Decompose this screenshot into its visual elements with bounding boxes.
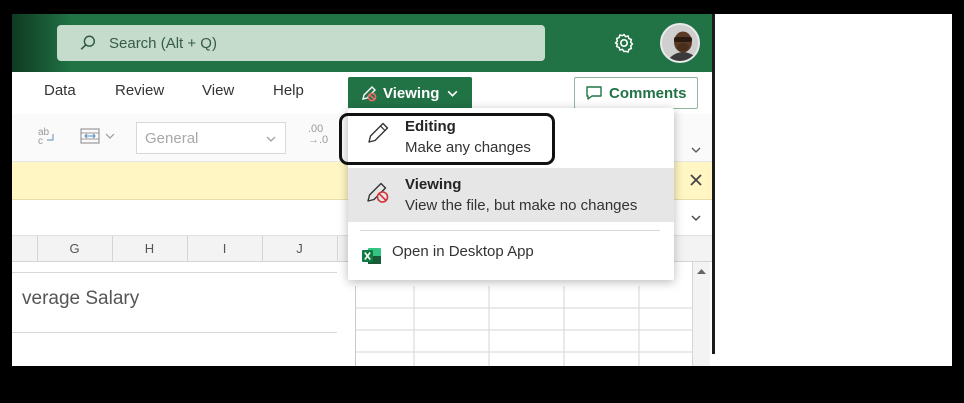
column-header-i[interactable]: I xyxy=(187,241,262,256)
excel-web-app: Search (Alt + Q) Data Review View Help V… xyxy=(12,14,712,366)
gear-icon[interactable] xyxy=(612,31,636,55)
scroll-up-icon[interactable] xyxy=(696,266,707,277)
row-line xyxy=(12,332,337,333)
chevron-down-icon xyxy=(447,90,458,97)
chevron-down-icon xyxy=(266,136,276,142)
vertical-scrollbar[interactable] xyxy=(692,262,710,366)
avatar[interactable] xyxy=(660,23,700,63)
column-header-h[interactable]: H xyxy=(112,241,187,256)
merge-cells-icon[interactable] xyxy=(80,126,118,149)
mode-button-label: Viewing xyxy=(383,84,440,102)
decrease-decimal-button[interactable]: .00 →.0 xyxy=(308,124,328,146)
search-icon xyxy=(80,35,96,50)
data-table-grid[interactable] xyxy=(355,286,693,366)
column-header-g[interactable]: G xyxy=(37,241,112,256)
mode-button[interactable]: Viewing xyxy=(348,77,472,109)
tab-view[interactable]: View xyxy=(202,82,234,99)
comment-icon xyxy=(586,86,602,100)
menu-separator xyxy=(360,230,660,231)
mode-dropdown-menu: Editing Make any changes Viewing View th… xyxy=(348,108,674,280)
wrap-text-icon[interactable]: ab c xyxy=(38,126,56,149)
editing-option-title: Editing xyxy=(405,118,456,135)
comments-button[interactable]: Comments xyxy=(574,77,698,109)
comments-button-label: Comments xyxy=(609,84,687,102)
viewing-option-title: Viewing xyxy=(405,176,462,193)
open-desktop-option[interactable]: Open in Desktop App xyxy=(348,238,674,274)
open-desktop-label: Open in Desktop App xyxy=(392,243,534,260)
number-format-select[interactable]: General xyxy=(136,122,286,154)
editing-option-subtitle: Make any changes xyxy=(405,139,531,156)
viewing-option[interactable]: Viewing View the file, but make no chang… xyxy=(348,168,674,222)
window-edge xyxy=(712,14,715,354)
pencil-prohibited-icon xyxy=(362,86,377,102)
search-input[interactable]: Search (Alt + Q) xyxy=(57,25,545,61)
tab-review[interactable]: Review xyxy=(115,82,164,99)
tab-data[interactable]: Data xyxy=(44,82,76,99)
row-line xyxy=(12,272,337,273)
svg-text:c: c xyxy=(38,136,43,146)
pencil-prohibited-icon xyxy=(367,182,389,203)
pencil-icon xyxy=(368,122,389,143)
viewing-option-subtitle: View the file, but make no changes xyxy=(405,197,638,214)
search-placeholder: Search (Alt + Q) xyxy=(109,34,217,52)
screenshot-frame: Search (Alt + Q) Data Review View Help V… xyxy=(12,14,952,366)
editing-option[interactable]: Editing Make any changes xyxy=(348,112,674,168)
ribbon-expand-chevron-icon[interactable] xyxy=(690,144,702,156)
column-header-j[interactable]: J xyxy=(262,241,337,256)
title-bar: Search (Alt + Q) xyxy=(12,14,712,72)
excel-icon xyxy=(362,248,381,264)
formula-expand-chevron-icon[interactable] xyxy=(690,212,702,224)
number-format-value: General xyxy=(145,129,199,147)
tab-help[interactable]: Help xyxy=(273,82,304,99)
cell-average-salary[interactable]: verage Salary xyxy=(22,288,139,310)
close-icon[interactable] xyxy=(688,172,704,188)
